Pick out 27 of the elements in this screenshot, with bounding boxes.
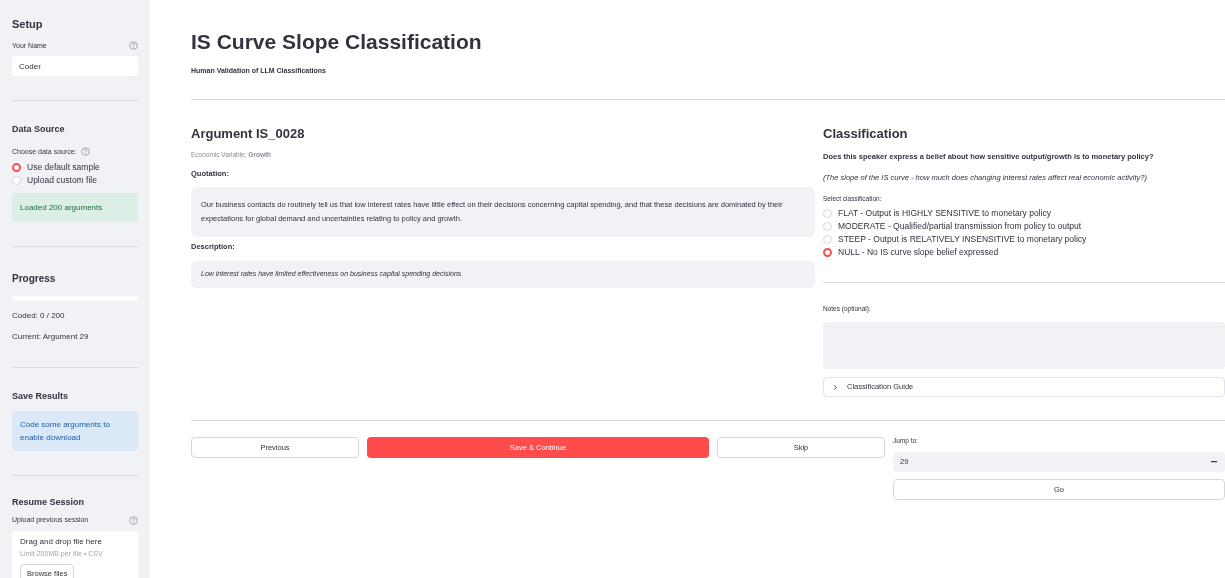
radio-button[interactable] bbox=[823, 248, 832, 258]
section-heading: Setup bbox=[12, 17, 44, 32]
argument-heading: Argument IS_0028 bbox=[191, 124, 306, 143]
name-input[interactable]: Coder bbox=[12, 56, 138, 76]
section-heading: Data Source bbox=[12, 123, 66, 136]
chevron-icon bbox=[832, 383, 839, 391]
help-icon[interactable] bbox=[80, 147, 90, 157]
progress-text: Current: Argument 29 bbox=[12, 331, 90, 343]
section-heading: Save Results bbox=[12, 390, 70, 403]
help-icon[interactable] bbox=[129, 41, 138, 51]
radio-label[interactable]: NULL - No IS curve slope belief expressed bbox=[838, 246, 999, 260]
info-message: Code some arguments to enable download bbox=[12, 410, 138, 451]
page-title: IS Curve Slope Classification bbox=[191, 29, 483, 55]
radio-label[interactable]: Use default sample bbox=[27, 161, 100, 174]
section-heading: Progress bbox=[12, 272, 57, 286]
minus-icon[interactable] bbox=[1211, 460, 1217, 463]
progress-text: Coded: 0 / 200 bbox=[12, 310, 66, 322]
success-message: Loaded 200 arguments bbox=[12, 193, 138, 222]
section-heading: Resume Session bbox=[12, 495, 86, 509]
radio-label[interactable]: FLAT - Output is HIGHLY SENSITIVE to monetary policy bbox=[838, 207, 1051, 221]
classification-heading: Classification bbox=[823, 124, 909, 143]
dropzone-text: Drag and drop file here bbox=[20, 535, 103, 548]
help-icon[interactable] bbox=[129, 515, 138, 525]
radio-label[interactable]: STEEP - Output is RELATIVELY INSENSITIVE to monetary policy bbox=[838, 233, 1087, 247]
radio-button[interactable] bbox=[12, 163, 21, 172]
radio-label[interactable]: MODERATE - Qualified/partial transmission from policy to output bbox=[838, 220, 1082, 234]
radio-label[interactable]: Upload custom file bbox=[27, 174, 97, 187]
